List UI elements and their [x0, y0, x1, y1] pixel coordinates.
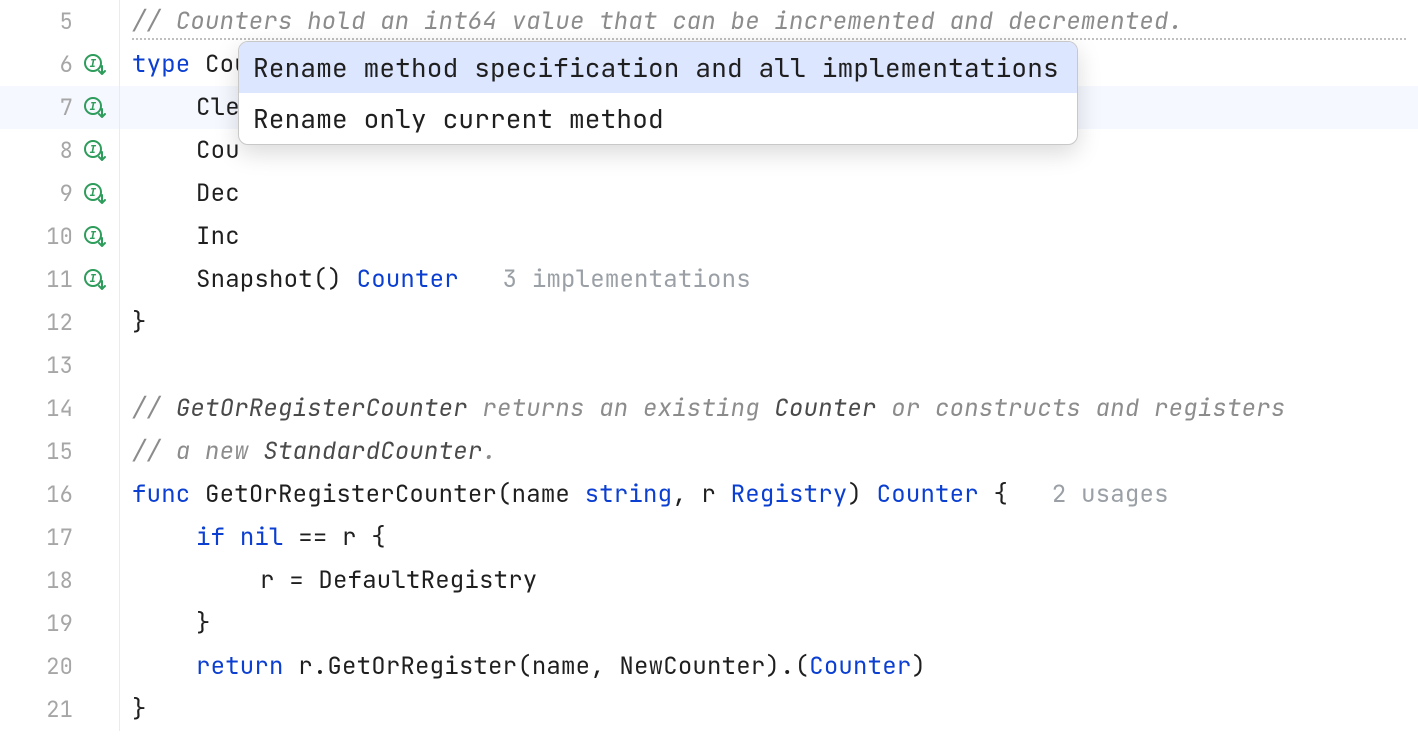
svg-text:I: I — [90, 229, 97, 242]
gutter-row: 21 — [0, 688, 119, 731]
svg-text:I: I — [90, 272, 97, 285]
code-line[interactable]: Dec — [120, 172, 1418, 215]
implementation-icon[interactable]: I — [83, 268, 107, 292]
code-line[interactable]: // a new StandardCounter. — [120, 430, 1418, 473]
implementation-gutter-icon[interactable]: I — [83, 225, 107, 249]
gutter-row: 15 — [0, 430, 119, 473]
code-line[interactable]: Inc — [120, 215, 1418, 258]
gutter-row: 17 — [0, 516, 119, 559]
implementation-icon[interactable]: I — [83, 139, 107, 163]
gutter-row: 14 — [0, 387, 119, 430]
code-line-empty[interactable] — [120, 344, 1418, 387]
code-line[interactable]: // GetOrRegisterCounter returns an exist… — [120, 387, 1418, 430]
gutter-row: 16 — [0, 473, 119, 516]
gutter-row: 18 — [0, 559, 119, 602]
method-fragment: Dec — [196, 172, 240, 215]
line-number: 11 — [43, 258, 73, 301]
inlay-hint[interactable]: 2 usages — [1052, 473, 1169, 516]
implementation-icon[interactable]: I — [83, 225, 107, 249]
method-snapshot: Snapshot — [196, 258, 313, 301]
line-number: 14 — [43, 387, 73, 430]
line-number: 9 — [43, 172, 73, 215]
method-fragment: Inc — [196, 215, 240, 258]
gutter-row: 19 — [0, 602, 119, 645]
gutter-row: 7I — [0, 86, 119, 129]
rename-current-option[interactable]: Rename only current method — [239, 93, 1077, 144]
code-line[interactable]: // Counters hold an int64 value that can… — [120, 0, 1418, 43]
code-line[interactable]: } — [120, 688, 1418, 731]
code-line[interactable]: } — [120, 602, 1418, 645]
comment: // Counters hold an int64 value that can… — [132, 0, 1183, 43]
line-number: 10 — [43, 215, 73, 258]
rename-popup: Rename method specification and all impl… — [238, 41, 1078, 145]
line-number: 18 — [43, 559, 73, 602]
line-number: 12 — [43, 301, 73, 344]
comment: // a new StandardCounter. — [132, 430, 497, 473]
comment: // GetOrRegisterCounter returns an exist… — [132, 387, 1285, 430]
gutter-row: 20 — [0, 645, 119, 688]
gutter-row: 6I — [0, 43, 119, 86]
rename-all-option[interactable]: Rename method specification and all impl… — [239, 42, 1077, 93]
svg-text:I: I — [90, 100, 97, 113]
gutter-row: 10 I — [0, 215, 119, 258]
func-name: GetOrRegisterCounter — [205, 473, 497, 516]
line-number: 7 — [43, 86, 73, 129]
keyword-type: type — [132, 43, 190, 86]
line-number: 17 — [43, 516, 73, 559]
implementation-gutter-icon[interactable]: I — [83, 96, 107, 120]
implementation-gutter-icon[interactable]: I — [83, 53, 107, 77]
gutter-row: 8I — [0, 129, 119, 172]
code-editor: 56I7I8I9I10I11I12131415161718192021 // C… — [0, 0, 1418, 731]
code-line[interactable]: return r.GetOrRegister(name, NewCounter)… — [120, 645, 1418, 688]
implementation-icon[interactable]: I — [83, 96, 107, 120]
svg-text:I: I — [90, 186, 97, 199]
svg-text:I: I — [90, 143, 97, 156]
code-line[interactable]: } — [120, 301, 1418, 344]
line-number: 8 — [43, 129, 73, 172]
code-area[interactable]: // Counters hold an int64 value that can… — [120, 0, 1418, 731]
svg-text:I: I — [90, 57, 97, 70]
line-number: 19 — [43, 602, 73, 645]
line-number: 20 — [43, 645, 73, 688]
gutter: 56I7I8I9I10I11I12131415161718192021 — [0, 0, 120, 731]
implementation-gutter-icon[interactable]: I — [83, 268, 107, 292]
implementation-gutter-icon[interactable]: I — [83, 139, 107, 163]
line-number: 5 — [43, 0, 73, 43]
gutter-row: 11 I — [0, 258, 119, 301]
implementation-icon[interactable]: I — [83, 53, 107, 77]
implementation-gutter-icon[interactable]: I — [83, 182, 107, 206]
code-line[interactable]: r = DefaultRegistry — [120, 559, 1418, 602]
gutter-row: 13 — [0, 344, 119, 387]
line-number: 21 — [43, 688, 73, 731]
method-fragment: Cou — [196, 129, 240, 172]
line-number: 6 — [43, 43, 73, 86]
code-line[interactable]: Snapshot() Counter 3 implementations — [120, 258, 1418, 301]
line-number: 15 — [43, 430, 73, 473]
inlay-hint[interactable]: 3 implementations — [503, 258, 751, 301]
implementation-icon[interactable]: I — [83, 182, 107, 206]
code-line[interactable]: if nil == r { — [120, 516, 1418, 559]
gutter-row: 5 — [0, 0, 119, 43]
line-number: 16 — [43, 473, 73, 516]
code-line[interactable]: func GetOrRegisterCounter(name string, r… — [120, 473, 1418, 516]
gutter-row: 9I — [0, 172, 119, 215]
gutter-row: 12 — [0, 301, 119, 344]
line-number: 13 — [43, 344, 73, 387]
